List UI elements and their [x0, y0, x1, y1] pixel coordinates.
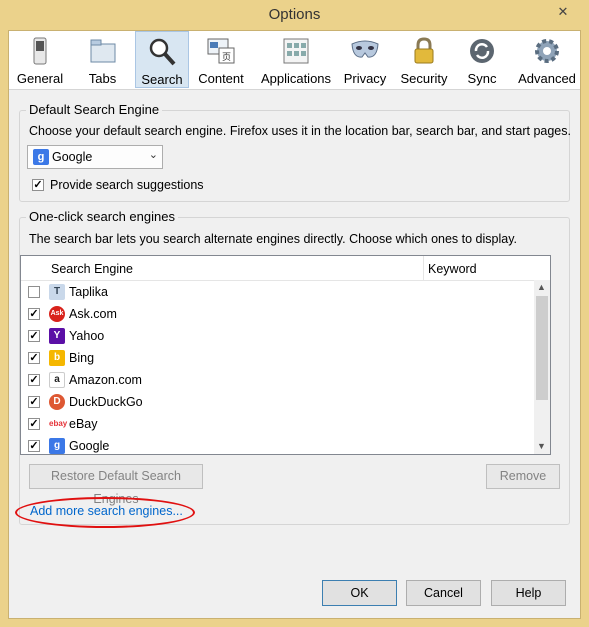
engine-checkbox-ebay[interactable]: ✓: [28, 418, 40, 430]
gear-icon: [535, 39, 559, 63]
scroll-down-icon[interactable]: ▼: [537, 441, 546, 451]
mask-icon: [351, 40, 379, 58]
sync-icon: [470, 39, 494, 63]
duckduckgo-icon: D: [49, 394, 65, 410]
tab-content[interactable]: 页 Content: [195, 31, 247, 88]
tab-privacy-label: Privacy: [343, 71, 387, 86]
general-switch-icon: [33, 37, 47, 65]
engine-name: Yahoo: [69, 329, 105, 343]
engine-row-bing[interactable]: ✓ b Bing: [21, 347, 534, 369]
tab-security-label: Security: [400, 71, 448, 86]
tabs-icon: [90, 39, 115, 63]
tab-search-label: Search: [141, 72, 183, 87]
taplika-icon: T: [49, 284, 65, 300]
cancel-button[interactable]: Cancel: [406, 580, 481, 606]
options-client-area: General Tabs Search 页 Content Applicatio…: [8, 30, 581, 619]
engine-name: eBay: [69, 417, 98, 431]
engine-row-google[interactable]: ✓ g Google: [21, 435, 534, 454]
one-click-description: The search bar lets you search alternate…: [29, 232, 517, 246]
tab-security[interactable]: Security: [397, 31, 451, 88]
scrollbar-thumb[interactable]: [536, 296, 548, 400]
category-toolbar: General Tabs Search 页 Content Applicatio…: [9, 31, 580, 90]
window-title: Options: [268, 6, 321, 23]
applications-icon: [283, 38, 309, 64]
tab-privacy[interactable]: Privacy: [338, 31, 392, 88]
engine-checkbox-ask[interactable]: ✓: [28, 308, 40, 320]
amazon-icon: a: [49, 372, 65, 388]
engine-checkbox-taplika[interactable]: [28, 286, 40, 298]
engine-row-ask[interactable]: ✓ Ask Ask.com: [21, 303, 534, 325]
tab-tabs-label: Tabs: [88, 71, 117, 86]
engine-checkbox-duckduckgo[interactable]: ✓: [28, 396, 40, 408]
provide-suggestions-label: Provide search suggestions: [50, 178, 204, 192]
engine-name: Bing: [69, 351, 95, 365]
engine-name: Ask.com: [69, 307, 117, 321]
tab-tabs[interactable]: Tabs: [71, 31, 134, 88]
engine-name: DuckDuckGo: [69, 395, 143, 409]
yahoo-icon: Y: [49, 328, 65, 344]
tab-applications[interactable]: Applications: [259, 31, 333, 88]
column-header-search-engine[interactable]: Search Engine: [51, 262, 133, 276]
default-search-engine-group: Default Search Engine Choose your defaul…: [19, 102, 571, 202]
tab-sync[interactable]: Sync: [457, 31, 507, 88]
engine-checkbox-google[interactable]: ✓: [28, 440, 40, 452]
engine-row-taplika[interactable]: T Taplika: [21, 281, 534, 303]
one-click-engines-legend: One-click search engines: [26, 209, 178, 224]
ok-button[interactable]: OK: [322, 580, 397, 606]
list-scrollbar[interactable]: ▲ ▼: [534, 280, 550, 454]
red-annotation-oval: [15, 497, 195, 528]
tab-search[interactable]: Search: [135, 31, 189, 88]
ask-icon: Ask: [49, 306, 65, 322]
restore-default-engines-button[interactable]: Restore Default Search Engines: [29, 464, 203, 506]
remove-engine-button[interactable]: Remove: [486, 464, 560, 489]
engine-row-ebay[interactable]: ✓ ebay eBay: [21, 413, 534, 435]
svg-text:页: 页: [222, 52, 231, 62]
bing-icon: b: [49, 350, 65, 366]
close-window-button[interactable]: ✕: [548, 2, 578, 22]
google-icon: g: [49, 438, 65, 454]
default-engine-description: Choose your default search engine. Firef…: [29, 124, 571, 138]
engine-name: Google: [69, 439, 110, 453]
engine-name: Taplika: [69, 285, 108, 299]
engine-checkbox-bing[interactable]: ✓: [28, 352, 40, 364]
engine-row-yahoo[interactable]: ✓ Y Yahoo: [21, 325, 534, 347]
google-icon: g: [33, 149, 49, 165]
padlock-icon: [414, 37, 434, 64]
search-engine-list[interactable]: Search Engine Keyword T Taplika ✓ Ask As…: [20, 255, 551, 455]
chevron-down-icon: ⌄: [148, 149, 158, 161]
provide-suggestions-checkbox[interactable]: ✓: [32, 179, 44, 191]
tab-sync-label: Sync: [467, 71, 497, 86]
engine-row-amazon[interactable]: ✓ a Amazon.com: [21, 369, 534, 391]
tab-advanced[interactable]: Advanced: [514, 31, 580, 88]
tab-general-label: General: [16, 71, 64, 86]
list-header: Search Engine Keyword: [21, 256, 534, 281]
content-icon: 页: [207, 38, 235, 64]
default-engine-value: Google: [52, 150, 93, 164]
default-search-engine-legend: Default Search Engine: [26, 102, 163, 117]
engine-name: Amazon.com: [69, 373, 142, 387]
tab-content-label: Content: [198, 71, 244, 86]
tab-general[interactable]: General: [9, 31, 71, 88]
magnifier-icon: [149, 38, 176, 66]
default-engine-select[interactable]: g Google ⌄: [27, 145, 163, 169]
help-button[interactable]: Help: [491, 580, 566, 606]
scroll-up-icon[interactable]: ▲: [537, 282, 546, 292]
column-header-keyword[interactable]: Keyword: [428, 262, 477, 276]
engine-checkbox-yahoo[interactable]: ✓: [28, 330, 40, 342]
ebay-icon: ebay: [49, 416, 67, 432]
tab-advanced-label: Advanced: [518, 71, 576, 86]
tab-applications-label: Applications: [260, 71, 332, 86]
engine-row-duckduckgo[interactable]: ✓ D DuckDuckGo: [21, 391, 534, 413]
engine-checkbox-amazon[interactable]: ✓: [28, 374, 40, 386]
